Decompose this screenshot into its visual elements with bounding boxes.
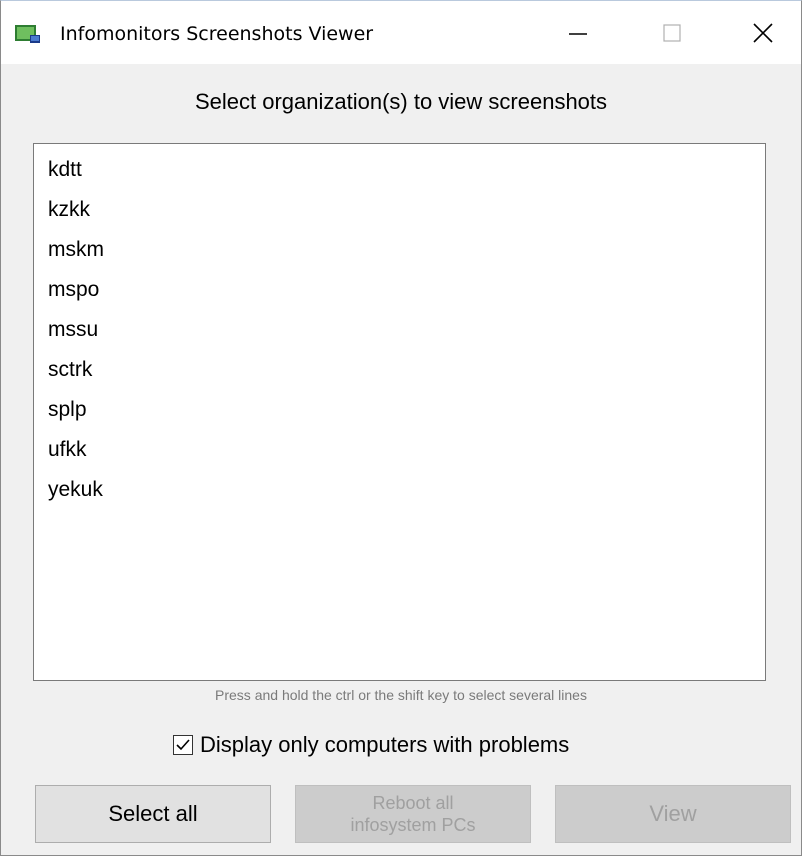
maximize-button[interactable] (632, 1, 712, 64)
reboot-button-label-line2: infosystem PCs (350, 815, 476, 835)
reboot-all-button[interactable]: Reboot all infosystem PCs (295, 785, 531, 843)
problems-checkbox[interactable] (173, 735, 193, 755)
minimize-button[interactable] (538, 1, 618, 64)
list-item[interactable]: sctrk (48, 350, 92, 390)
list-item[interactable]: mssu (48, 310, 98, 350)
selection-hint: Press and hold the ctrl or the shift key… (215, 687, 587, 703)
list-item[interactable]: mskm (48, 230, 104, 270)
checkmark-icon (176, 739, 190, 751)
list-item[interactable]: kzkk (48, 190, 90, 230)
problems-filter[interactable]: Display only computers with problems (173, 730, 569, 760)
minimize-icon (569, 32, 587, 35)
title-bar[interactable]: Infomonitors Screenshots Viewer (1, 1, 801, 64)
problems-checkbox-label[interactable]: Display only computers with problems (200, 732, 569, 758)
reboot-button-label-line1: Reboot all (372, 793, 454, 813)
app-window-icon (15, 25, 40, 43)
list-item[interactable]: yekuk (48, 470, 103, 510)
instruction-heading: Select organization(s) to view screensho… (194, 89, 608, 114)
maximize-icon (663, 23, 681, 42)
organization-list[interactable]: kdtt kzkk mskm mspo mssu sctrk splp ufkk… (33, 143, 766, 681)
list-item[interactable]: ufkk (48, 430, 87, 470)
list-item[interactable]: mspo (48, 270, 99, 310)
main-window: Infomonitors Screenshots Viewer Select o… (0, 0, 802, 856)
view-button[interactable]: View (555, 785, 791, 843)
close-icon (753, 22, 773, 43)
list-item[interactable]: kdtt (48, 150, 82, 190)
select-all-button[interactable]: Select all (35, 785, 271, 843)
close-button[interactable] (723, 1, 803, 64)
window-title: Infomonitors Screenshots Viewer (60, 23, 374, 45)
list-item[interactable]: splp (48, 390, 87, 430)
